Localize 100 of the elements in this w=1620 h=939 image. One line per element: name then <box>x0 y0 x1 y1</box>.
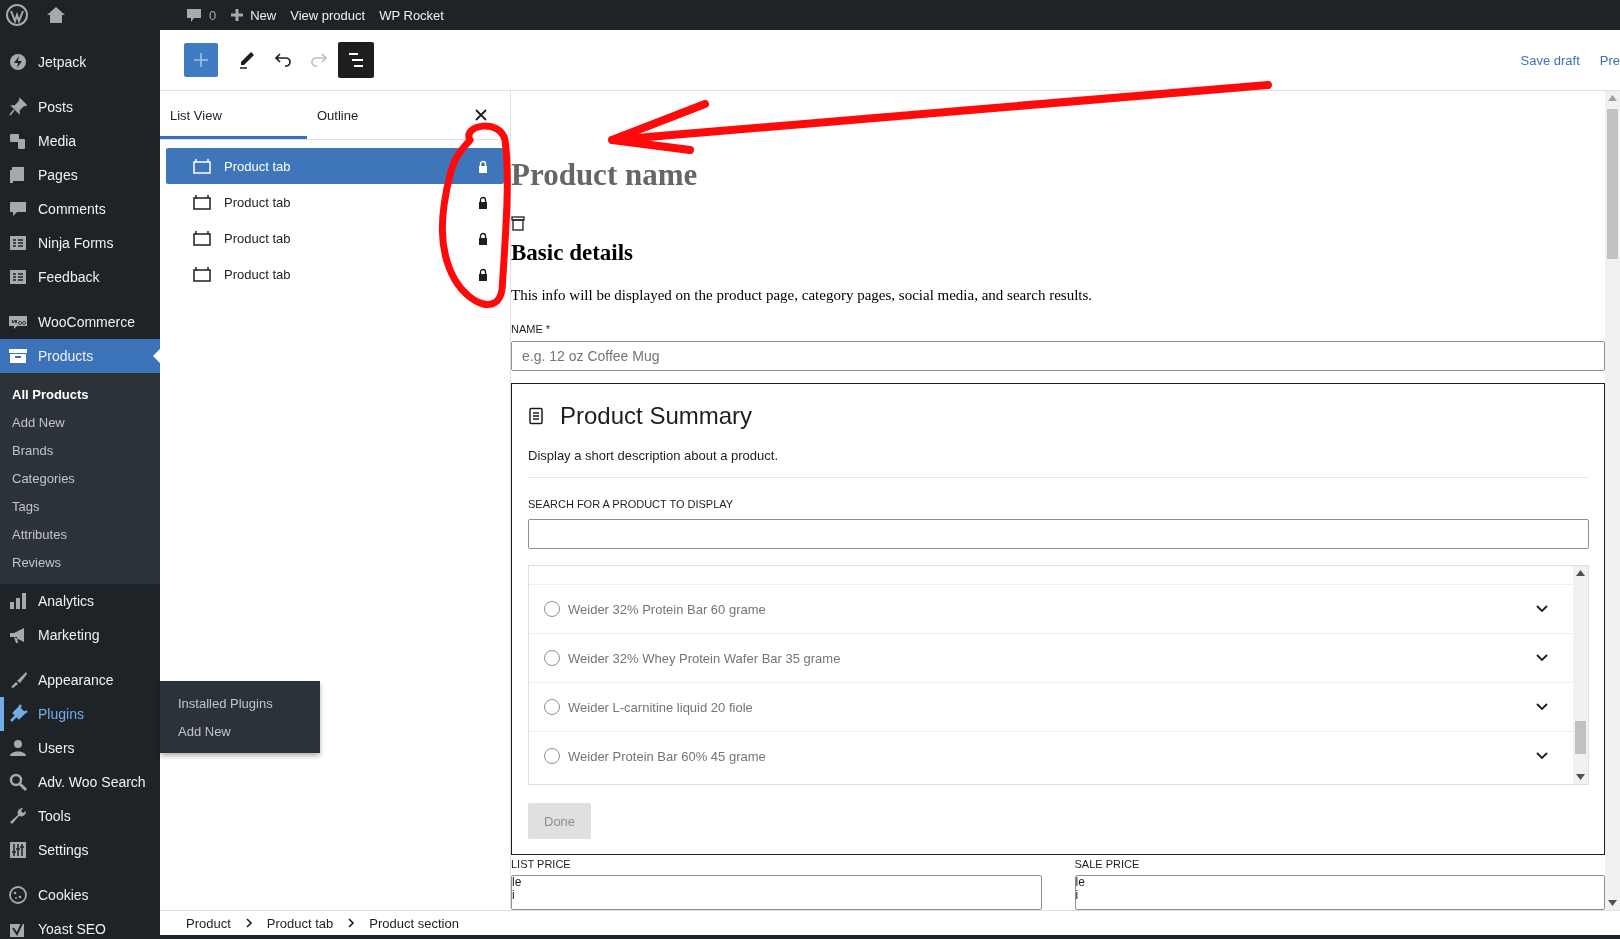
sidebar-item[interactable]: Comments <box>0 192 160 226</box>
scrollbar-thumb[interactable] <box>1575 721 1586 754</box>
close-icon[interactable] <box>474 108 488 122</box>
field-label: LIST PRICE <box>511 857 572 871</box>
sidebar-item[interactable]: Settings <box>0 833 160 867</box>
chevron-down-icon[interactable] <box>1535 702 1549 712</box>
price-field[interactable]: le i <box>1074 875 1605 910</box>
sidebar-item[interactable]: Media <box>0 124 160 158</box>
plug-icon <box>8 704 28 724</box>
tab-block-icon <box>192 230 212 246</box>
scrollbar-thumb[interactable] <box>1607 109 1618 259</box>
list-view-row[interactable]: Product tab <box>166 220 504 256</box>
submenu-item[interactable]: Attributes <box>0 520 160 548</box>
list-view-row[interactable]: Product tab <box>166 148 504 184</box>
sidebar-item[interactable]: Jetpack <box>0 45 160 79</box>
search-field[interactable] <box>528 519 1589 549</box>
field-label: SALE PRICE <box>1074 857 1141 871</box>
name-field[interactable]: e.g. 12 oz Coffee Mug <box>511 341 1605 371</box>
product-title[interactable]: Product name <box>511 155 1605 195</box>
panel-tab[interactable]: Outline <box>307 91 454 139</box>
archive-box-icon <box>8 346 28 366</box>
submenu-item[interactable]: All Products <box>0 380 160 408</box>
comments-link[interactable]: 0 <box>186 7 217 23</box>
search-icon <box>8 772 28 792</box>
section-description: This info will be displayed on the product page, category pages, social media, and search results. <box>511 286 1094 305</box>
product-option[interactable]: Weider 32% Whey Protein Wafer Bar 35 grame <box>529 633 1573 682</box>
chevron-down-icon[interactable] <box>1535 604 1549 614</box>
header-link[interactable]: Save draft <box>1520 52 1580 68</box>
sidebar-item[interactable]: Yoast SEO <box>0 912 160 939</box>
toolbar-link[interactable]: WP Rocket <box>379 7 444 23</box>
flyout-item[interactable]: Add New <box>160 717 320 745</box>
submenu-item[interactable]: Brands <box>0 436 160 464</box>
sidebar-item[interactable]: Ninja Forms <box>0 226 160 260</box>
scrollbar[interactable] <box>1573 566 1588 784</box>
sidebar-item[interactable]: Pages <box>0 158 160 192</box>
sidebar-item[interactable]: Adv. Woo Search <box>0 765 160 799</box>
block-title: Product Summary <box>560 402 753 430</box>
scrollbar[interactable] <box>1605 91 1620 910</box>
sidebar-item[interactable]: Appearance <box>0 663 160 697</box>
chevron-right-icon <box>244 918 253 928</box>
option-label: Weider Protein Bar 60% 45 grame <box>568 748 766 764</box>
breadcrumb-link[interactable]: Product tab <box>266 915 334 931</box>
tab-block-icon <box>192 158 212 174</box>
bar-chart-icon <box>8 591 28 611</box>
row-label: Product tab <box>224 266 291 282</box>
price-field[interactable]: le i <box>511 875 1042 910</box>
sidebar-item[interactable]: Users <box>0 731 160 765</box>
submenu-item[interactable]: Add New <box>0 408 160 436</box>
home-icon[interactable] <box>46 6 66 24</box>
product-option[interactable]: Weider 32% Protein Bar 60 grame <box>529 584 1573 633</box>
sidebar-item[interactable]: Cookies <box>0 878 160 912</box>
form-icon <box>8 267 28 287</box>
cookie-icon <box>8 885 28 905</box>
product-option[interactable]: Weider Protein Bar 60% 45 grame <box>529 731 1573 780</box>
sidebar-item[interactable]: WooCommerce <box>0 305 160 339</box>
submenu-item[interactable]: Tags <box>0 492 160 520</box>
sidebar-item[interactable]: Analytics <box>0 584 160 618</box>
option-label: Weider 32% Protein Bar 60 grame <box>568 601 766 617</box>
document-icon <box>528 407 544 425</box>
submenu-item[interactable]: Categories <box>0 464 160 492</box>
speech-bubble-icon <box>8 199 28 219</box>
tab-block-icon <box>192 194 212 210</box>
panel-tab[interactable]: List View <box>160 91 307 139</box>
bolt-circle-icon <box>8 52 28 72</box>
tab-block-icon <box>192 266 212 282</box>
arrow-down-icon[interactable] <box>1576 774 1585 780</box>
sidebar-item[interactable]: Feedback <box>0 260 160 294</box>
sidebar-item[interactable]: Tools <box>0 799 160 833</box>
wrench-icon <box>8 806 28 826</box>
pushpin-icon <box>8 97 28 117</box>
sidebar-item[interactable]: Products <box>0 339 160 373</box>
list-view-button[interactable] <box>338 42 374 78</box>
product-option[interactable]: Weider L-carnitine liquid 20 fiole <box>529 682 1573 731</box>
sidebar-item[interactable]: Marketing <box>0 618 160 652</box>
chevron-right-icon <box>347 918 356 928</box>
arrow-up-icon[interactable] <box>1576 570 1585 576</box>
toolbar-link[interactable]: View product <box>290 7 366 23</box>
chevron-down-icon[interactable] <box>1535 751 1549 761</box>
option-label: Weider L-carnitine liquid 20 fiole <box>568 699 753 715</box>
sidebar-item[interactable]: Posts <box>0 90 160 124</box>
logo-icon[interactable] <box>6 4 28 26</box>
field-label: NAME * <box>511 322 551 336</box>
header-link[interactable]: Pre <box>1599 52 1620 68</box>
row-label: Product tab <box>224 230 291 246</box>
plus-icon <box>230 8 245 22</box>
field-label: SEARCH FOR A PRODUCT TO DISPLAY <box>528 498 735 510</box>
flyout-item[interactable]: Installed Plugins <box>160 689 320 717</box>
submenu-item[interactable]: Reviews <box>0 548 160 576</box>
user-icon <box>8 738 28 758</box>
list-view-row[interactable]: Product tab <box>166 256 504 292</box>
sliders-icon <box>8 840 28 860</box>
row-label: Product tab <box>224 194 291 210</box>
arrow-down-icon[interactable] <box>1608 900 1617 906</box>
breadcrumb-link[interactable]: Product <box>186 915 231 931</box>
chevron-down-icon[interactable] <box>1535 653 1549 663</box>
breadcrumb-link[interactable]: Product section <box>369 915 459 931</box>
list-view-row[interactable]: Product tab <box>166 184 504 220</box>
new-link[interactable]: New <box>230 7 277 23</box>
row-label: Product tab <box>224 158 291 174</box>
block-icon <box>511 215 525 231</box>
